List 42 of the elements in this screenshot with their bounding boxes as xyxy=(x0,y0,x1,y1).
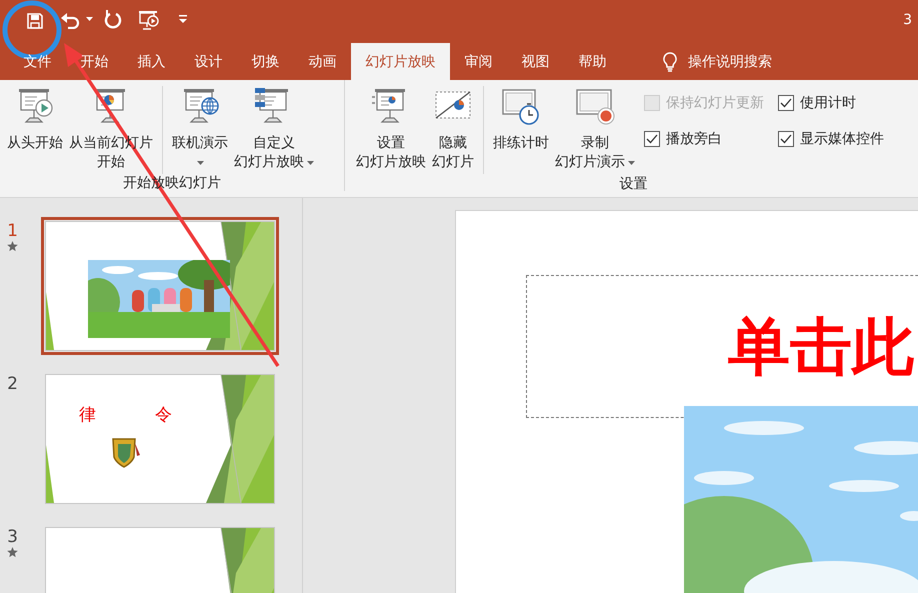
ribbon-tab[interactable]: 审阅 xyxy=(450,43,507,80)
redo-icon[interactable] xyxy=(104,10,122,29)
slide-title: 单击此 xyxy=(728,310,914,382)
slide-text: 令 xyxy=(155,404,172,426)
ribbon-tab[interactable]: 视图 xyxy=(507,43,564,80)
tell-me-search[interactable]: 操作说明搜索 xyxy=(688,52,772,70)
window-title: 3 xyxy=(903,12,912,28)
ribbon-command-button[interactable]: 联机演示 xyxy=(169,86,231,165)
accent-shape xyxy=(46,445,54,503)
slide-thumbnail[interactable]: 律 令 xyxy=(45,374,275,504)
slide-number: 2 xyxy=(7,374,18,394)
ribbon-tab[interactable]: 设计 xyxy=(180,43,237,80)
group-label: 设置 xyxy=(620,175,648,194)
checkbox[interactable] xyxy=(778,131,794,147)
save-icon[interactable] xyxy=(26,12,44,30)
lightbulb-icon[interactable] xyxy=(663,52,677,72)
checkbox-label: 播放旁白 xyxy=(666,130,722,148)
undo-icon[interactable] xyxy=(60,11,80,29)
slide-number: 3 xyxy=(7,527,18,547)
caret-icon[interactable] xyxy=(86,17,93,21)
checkbox[interactable] xyxy=(778,95,794,111)
checkbox-label: 显示媒体控件 xyxy=(800,130,884,148)
slide-number: 1 xyxy=(7,221,18,241)
customize-icon[interactable] xyxy=(179,15,187,23)
checkbox-label: 保持幻灯片更新 xyxy=(666,94,764,112)
ribbon-tab[interactable]: 开始 xyxy=(66,43,123,80)
checkbox-label: 使用计时 xyxy=(800,94,856,112)
ribbon-tab[interactable]: 插入 xyxy=(123,43,180,80)
presentation-icon[interactable] xyxy=(138,10,160,30)
ribbon-tab[interactable]: 幻灯片放映 xyxy=(351,43,450,80)
slide-text: 律 xyxy=(79,404,96,426)
ribbon-command-button[interactable]: 从头开始 xyxy=(4,86,66,153)
ribbon-command-button[interactable]: 排练计时 xyxy=(490,86,552,153)
ribbon-command-button[interactable]: 设置 幻灯片放映 xyxy=(353,86,429,172)
ribbon-tab[interactable]: 帮助 xyxy=(564,43,621,80)
accent-shape xyxy=(46,292,54,350)
ribbon-command-button[interactable]: 录制 幻灯片演示 xyxy=(552,86,638,172)
checkbox[interactable] xyxy=(644,131,660,147)
ribbon-command-button[interactable]: 自定义 幻灯片放映 xyxy=(231,86,317,172)
ribbon-command-button[interactable]: 隐藏 幻灯片 xyxy=(429,86,477,172)
ribbon-tab[interactable]: 动画 xyxy=(294,43,351,80)
ribbon-tab[interactable]: 切换 xyxy=(237,43,294,80)
